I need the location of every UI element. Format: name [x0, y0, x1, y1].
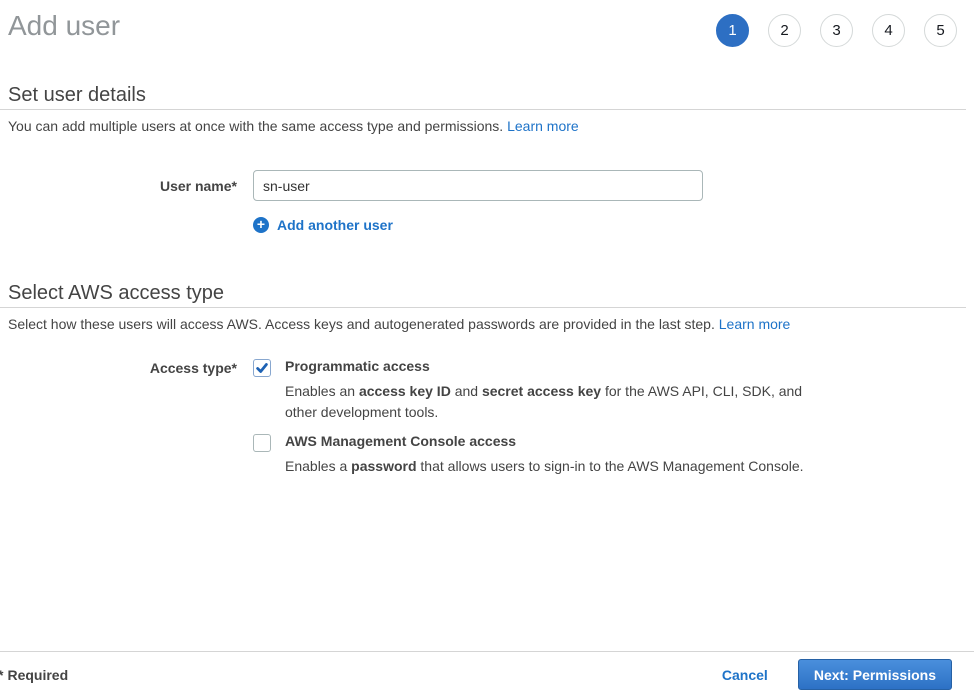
programmatic-access-checkbox[interactable]: [253, 359, 271, 377]
step-indicator: 1 2 3 4 5: [716, 14, 957, 47]
access-type-intro: Select how these users will access AWS. …: [0, 316, 974, 332]
user-details-intro: You can add multiple users at once with …: [0, 118, 974, 134]
add-another-user-row: + Add another user: [0, 216, 974, 233]
checkmark-icon: [255, 361, 269, 375]
user-details-learn-more-link[interactable]: Learn more: [507, 118, 579, 134]
console-access-description: Enables a password that allows users to …: [285, 456, 804, 477]
programmatic-access-description: Enables an access key ID and secret acce…: [285, 381, 802, 423]
add-user-wizard-page: Add user 1 2 3 4 5 Set user details You …: [0, 0, 974, 697]
step-4: 4: [872, 14, 905, 47]
footer-actions: Cancel Next: Permissions: [722, 659, 952, 690]
access-type-heading: Select AWS access type: [0, 281, 974, 305]
user-details-heading: Set user details: [0, 83, 974, 107]
required-asterisk: *: [0, 667, 3, 683]
section-access-type: Select AWS access type Select how these …: [0, 281, 974, 477]
section-divider: [0, 307, 966, 308]
programmatic-access-option: Programmatic access Enables an access ke…: [253, 358, 804, 423]
access-type-intro-text: Select how these users will access AWS. …: [8, 316, 719, 332]
step-5: 5: [924, 14, 957, 47]
console-access-checkbox[interactable]: [253, 434, 271, 452]
user-name-label: User name*: [0, 170, 245, 194]
step-2: 2: [768, 14, 801, 47]
access-type-learn-more-link[interactable]: Learn more: [719, 316, 791, 332]
console-access-option: AWS Management Console access Enables a …: [253, 433, 804, 477]
section-divider: [0, 109, 966, 110]
step-1-current: 1: [716, 14, 749, 47]
add-another-user-link[interactable]: + Add another user: [253, 217, 393, 233]
user-details-intro-text: You can add multiple users at once with …: [8, 118, 507, 134]
required-label: Required: [7, 667, 68, 683]
page-title: Add user: [8, 10, 120, 42]
wizard-footer: *Required Cancel Next: Permissions: [0, 651, 974, 697]
console-access-title: AWS Management Console access: [285, 433, 804, 450]
access-type-label: Access type*: [0, 358, 245, 376]
user-name-row: User name*: [0, 170, 974, 201]
programmatic-access-title: Programmatic access: [285, 358, 802, 375]
user-name-input[interactable]: [253, 170, 703, 201]
add-icon: +: [253, 217, 269, 233]
section-user-details: Set user details You can add multiple us…: [0, 83, 974, 233]
add-another-user-label: Add another user: [277, 217, 393, 233]
required-note: *Required: [8, 667, 68, 683]
next-permissions-button[interactable]: Next: Permissions: [798, 659, 952, 690]
step-3: 3: [820, 14, 853, 47]
access-type-options: Programmatic access Enables an access ke…: [253, 358, 804, 477]
access-type-row: Access type* Programmatic access Enables…: [0, 358, 974, 477]
cancel-button[interactable]: Cancel: [722, 667, 768, 683]
page-header: Add user 1 2 3 4 5: [0, 0, 974, 47]
